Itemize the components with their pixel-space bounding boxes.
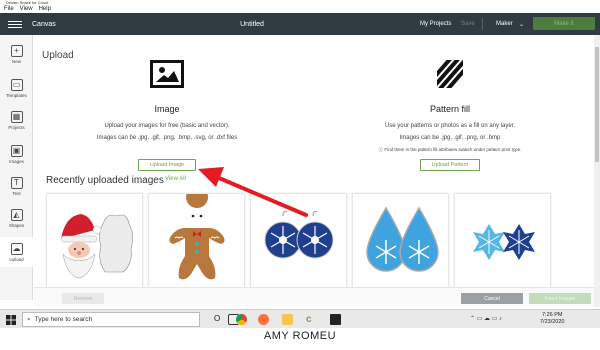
menu-bar: File View Help <box>0 4 600 13</box>
image-icon <box>150 60 184 88</box>
pattern-file-types: Images can be .jpg, .gif, .png, or .bmp <box>399 135 501 141</box>
upload-footer: Remove Cancel Insert Images <box>34 287 594 307</box>
rail-text[interactable]: T Text <box>0 171 33 201</box>
search-placeholder: Type here to search <box>34 316 93 323</box>
shapes-icon: ◭ <box>10 208 23 221</box>
scrollbar-thumb[interactable] <box>595 47 599 162</box>
rail-label: Text <box>12 190 21 196</box>
rail-label: Images <box>9 158 24 164</box>
my-projects-link[interactable]: My Projects <box>420 21 451 27</box>
teardrop-earrings-thumbnail[interactable] <box>352 193 449 288</box>
annotation-arrow-icon <box>198 167 308 217</box>
taskbar-search-input[interactable]: ⌕ Type here to search <box>22 312 200 327</box>
save-button[interactable]: Save <box>461 21 475 27</box>
recent-uploads-heading: Recently uploaded images <box>46 175 164 186</box>
rail-new[interactable]: + New <box>0 39 33 69</box>
app-icon[interactable] <box>330 314 341 325</box>
app-header: Canvas Untitled My Projects Save Maker ⌄… <box>0 13 600 35</box>
image-heading: Image <box>154 104 180 114</box>
snowflakes-thumbnail[interactable] <box>454 193 551 288</box>
menu-file[interactable]: File <box>4 6 14 12</box>
section-label: Canvas <box>32 20 56 28</box>
cricut-icon[interactable]: c <box>306 314 317 325</box>
panel-scrollbar[interactable] <box>594 35 600 307</box>
watermark-text: AMY ROMEU <box>263 330 337 342</box>
image-description: Upload your images for free (basic and v… <box>104 123 230 129</box>
pattern-heading: Pattern fill <box>429 104 471 114</box>
left-rail: + New ▭ Templates ▦ Projects ▣ Images T … <box>0 35 33 300</box>
cloud-upload-icon: ☁ <box>10 242 23 255</box>
plus-icon: + <box>10 44 23 57</box>
image-icon: ▣ <box>10 144 23 157</box>
pattern-fill-icon <box>437 60 463 88</box>
upload-image-button[interactable]: Upload Image <box>137 159 197 171</box>
rail-label: New <box>11 58 21 64</box>
shirt-icon: ▭ <box>10 78 23 91</box>
image-file-types: Images can be .jpg, .gif, .png, .bmp, .s… <box>96 135 238 141</box>
make-it-button[interactable]: Make It <box>533 17 595 30</box>
rail-label: Shapes <box>8 222 25 228</box>
machine-selector[interactable]: Maker <box>496 21 513 27</box>
windows-taskbar: ⌕ Type here to search O c ⌃ ▭ ☁ ▭ ♪ 7:26… <box>0 309 600 328</box>
system-tray-icons[interactable]: ⌃ ▭ ☁ ▭ ♪ <box>470 315 502 322</box>
rail-shapes[interactable]: ◭ Shapes <box>0 203 33 233</box>
chevron-down-icon[interactable]: ⌄ <box>519 21 524 28</box>
view-all-link[interactable]: View All <box>165 176 186 182</box>
upload-pattern-button[interactable]: Upload Pattern <box>419 159 481 171</box>
menu-help[interactable]: Help <box>39 6 51 12</box>
screenshot-frame: Design Space for Cricut File View Help C… <box>0 0 600 350</box>
search-icon: ⌕ <box>27 315 31 323</box>
clock-time: 7:26 PM <box>541 312 563 318</box>
insert-images-button[interactable]: Insert Images <box>529 293 591 304</box>
grid-icon: ▦ <box>10 110 23 123</box>
rail-templates[interactable]: ▭ Templates <box>0 73 33 103</box>
cortana-icon[interactable]: O <box>214 314 225 325</box>
file-explorer-icon[interactable] <box>282 314 293 325</box>
rail-images[interactable]: ▣ Images <box>0 139 33 169</box>
rail-projects[interactable]: ▦ Projects <box>0 105 33 135</box>
cancel-button[interactable]: Cancel <box>461 293 523 304</box>
rail-label: Projects <box>8 124 25 130</box>
upload-panel: Upload Image Upload your images for free… <box>34 35 594 300</box>
chrome-icon[interactable] <box>236 314 247 325</box>
page-title: Upload <box>42 50 74 61</box>
pattern-description: Use your patterns or photos as a fill on… <box>384 123 516 129</box>
menu-view[interactable]: View <box>20 6 33 12</box>
firefox-icon[interactable] <box>258 314 269 325</box>
rail-upload[interactable]: ☁ Upload <box>0 237 33 267</box>
pattern-info-note: ⓘ Find them in the pattern fill attribut… <box>378 147 522 152</box>
text-icon: T <box>10 176 23 189</box>
project-title[interactable]: Untitled <box>238 21 266 28</box>
rail-label: Upload <box>9 256 24 262</box>
taskbar-clock[interactable]: 7:26 PM 7/23/2020 <box>540 312 564 326</box>
rail-label: Templates <box>6 92 27 98</box>
header-divider <box>482 18 483 30</box>
remove-button[interactable]: Remove <box>62 293 104 304</box>
pattern-upload-section: Pattern fill Use your patterns or photos… <box>350 60 550 171</box>
clock-date: 7/23/2020 <box>540 319 565 325</box>
windows-start-icon[interactable] <box>6 315 16 325</box>
hamburger-menu-icon[interactable] <box>8 19 22 30</box>
santa-thumbnail[interactable] <box>46 193 143 288</box>
image-upload-section: Image Upload your images for free (basic… <box>92 60 242 171</box>
